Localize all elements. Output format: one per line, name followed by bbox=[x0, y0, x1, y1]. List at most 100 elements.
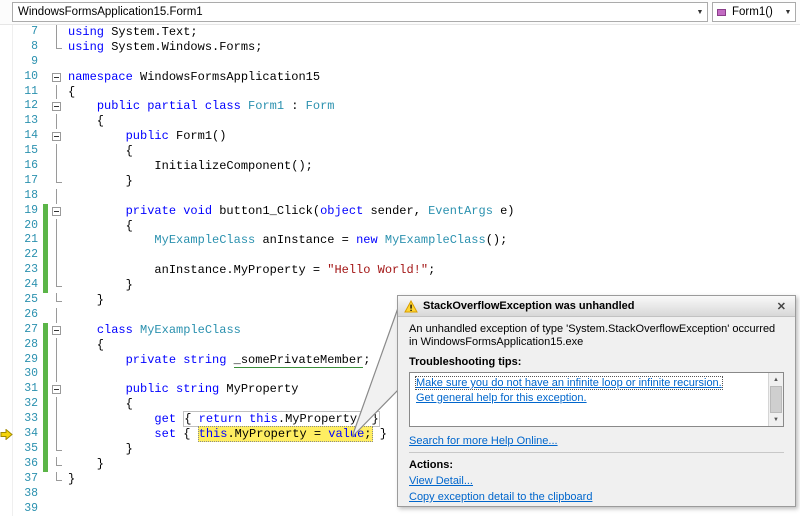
chevron-down-icon[interactable]: ▼ bbox=[781, 9, 795, 16]
code-text[interactable] bbox=[65, 55, 68, 70]
indicator-margin[interactable] bbox=[0, 263, 13, 279]
code-text[interactable]: } bbox=[65, 442, 133, 457]
code-line[interactable]: 9 bbox=[0, 54, 800, 70]
code-text[interactable] bbox=[65, 308, 68, 323]
code-line[interactable]: 23 anInstance.MyProperty = "Hello World!… bbox=[0, 263, 800, 279]
code-text[interactable]: private void button1_Click(object sender… bbox=[65, 204, 515, 219]
indicator-margin[interactable] bbox=[0, 367, 13, 383]
indicator-margin[interactable] bbox=[0, 352, 13, 368]
code-line[interactable]: 12 public partial class Form1 : Form bbox=[0, 99, 800, 115]
indicator-margin[interactable] bbox=[0, 99, 13, 115]
code-text[interactable]: MyExampleClass anInstance = new MyExampl… bbox=[65, 233, 507, 248]
code-text[interactable]: { bbox=[65, 338, 104, 353]
indicator-margin[interactable] bbox=[0, 39, 13, 55]
code-line[interactable]: 15 { bbox=[0, 144, 800, 160]
code-text[interactable]: InitializeComponent(); bbox=[65, 159, 312, 174]
indicator-margin[interactable] bbox=[0, 337, 13, 353]
indicator-margin[interactable] bbox=[0, 486, 13, 502]
code-text[interactable]: { bbox=[65, 397, 133, 412]
code-text[interactable]: } bbox=[65, 293, 104, 308]
fold-toggle[interactable] bbox=[48, 323, 65, 338]
collapse-minus-icon[interactable] bbox=[52, 72, 61, 82]
code-text[interactable]: } bbox=[65, 457, 104, 472]
code-text[interactable]: private string _somePrivateMember; bbox=[65, 352, 370, 368]
indicator-margin[interactable] bbox=[0, 233, 13, 249]
code-line[interactable]: 21 MyExampleClass anInstance = new MyExa… bbox=[0, 233, 800, 249]
code-text[interactable] bbox=[65, 487, 68, 502]
tip-link-infinite-recursion[interactable]: Make sure you do not have an infinite lo… bbox=[415, 376, 723, 390]
collapse-minus-icon[interactable] bbox=[52, 206, 61, 216]
indicator-margin[interactable] bbox=[0, 441, 13, 457]
scrollbar-thumb[interactable] bbox=[770, 386, 782, 413]
code-text[interactable]: public string MyProperty bbox=[65, 382, 299, 397]
code-line[interactable]: 16 InitializeComponent(); bbox=[0, 159, 800, 174]
code-line[interactable]: 24 } bbox=[0, 278, 800, 294]
code-text[interactable]: } bbox=[65, 278, 133, 293]
code-text[interactable]: using System.Windows.Forms; bbox=[65, 40, 262, 55]
scroll-down-icon[interactable]: ▼ bbox=[769, 413, 783, 426]
code-text[interactable]: } bbox=[65, 472, 75, 487]
code-line[interactable]: 19 private void button1_Click(object sen… bbox=[0, 203, 800, 219]
indicator-margin[interactable] bbox=[0, 188, 13, 204]
scrollbar[interactable]: ▲ ▼ bbox=[768, 373, 783, 426]
exception-dialog-titlebar[interactable]: StackOverflowException was unhandled ✕ bbox=[398, 296, 795, 317]
code-line[interactable]: 22 bbox=[0, 248, 800, 264]
code-text[interactable]: class MyExampleClass bbox=[65, 323, 241, 338]
code-line[interactable]: 11 { bbox=[0, 84, 800, 100]
code-line[interactable]: 14 public Form1() bbox=[0, 129, 800, 145]
indicator-margin[interactable] bbox=[0, 173, 13, 189]
fold-toggle[interactable] bbox=[48, 99, 65, 114]
indicator-margin[interactable] bbox=[0, 69, 13, 85]
tip-link-general-help[interactable]: Get general help for this exception. bbox=[416, 392, 587, 404]
code-text[interactable]: { bbox=[65, 85, 75, 100]
code-text[interactable]: { bbox=[65, 219, 133, 234]
indicator-margin[interactable] bbox=[0, 144, 13, 160]
code-text[interactable] bbox=[65, 367, 68, 382]
indicator-margin[interactable] bbox=[0, 54, 13, 70]
copy-exception-link[interactable]: Copy exception detail to the clipboard bbox=[409, 491, 784, 503]
execution-arrow-margin[interactable] bbox=[0, 427, 13, 442]
fold-toggle[interactable] bbox=[48, 70, 65, 85]
close-icon[interactable]: ✕ bbox=[774, 300, 789, 313]
fold-toggle[interactable] bbox=[48, 204, 65, 219]
indicator-margin[interactable] bbox=[0, 397, 13, 413]
code-text[interactable]: public Form1() bbox=[65, 129, 227, 144]
code-text[interactable] bbox=[65, 248, 68, 263]
indicator-margin[interactable] bbox=[0, 322, 13, 338]
code-text[interactable]: anInstance.MyProperty = "Hello World!"; bbox=[65, 263, 435, 278]
code-text[interactable]: { bbox=[65, 114, 104, 129]
indicator-margin[interactable] bbox=[0, 382, 13, 398]
indicator-margin[interactable] bbox=[0, 84, 13, 100]
indicator-margin[interactable] bbox=[0, 248, 13, 264]
code-text[interactable]: namespace WindowsFormsApplication15 bbox=[65, 70, 320, 85]
code-text[interactable] bbox=[65, 502, 68, 517]
code-line[interactable]: 7 using System.Text; bbox=[0, 25, 800, 40]
indicator-margin[interactable] bbox=[0, 278, 13, 294]
indicator-margin[interactable] bbox=[0, 471, 13, 487]
fold-toggle[interactable] bbox=[48, 129, 65, 144]
code-line[interactable]: 17 } bbox=[0, 173, 800, 189]
code-text[interactable]: using System.Text; bbox=[65, 25, 198, 40]
code-line[interactable]: 13 { bbox=[0, 114, 800, 130]
search-help-online-link[interactable]: Search for more Help Online... bbox=[409, 435, 784, 447]
collapse-minus-icon[interactable] bbox=[52, 132, 61, 142]
indicator-margin[interactable] bbox=[0, 159, 13, 174]
code-text[interactable]: { bbox=[65, 144, 133, 159]
scroll-up-icon[interactable]: ▲ bbox=[769, 373, 783, 386]
collapse-minus-icon[interactable] bbox=[52, 102, 61, 112]
fold-toggle[interactable] bbox=[48, 382, 65, 397]
indicator-margin[interactable] bbox=[0, 114, 13, 130]
code-line[interactable]: 18 bbox=[0, 188, 800, 204]
code-line[interactable]: 20 { bbox=[0, 218, 800, 234]
members-dropdown[interactable]: Form1() ▼ bbox=[712, 2, 796, 22]
view-detail-link[interactable]: View Detail... bbox=[409, 475, 784, 487]
types-dropdown[interactable]: WindowsFormsApplication15.Form1 ▼ bbox=[12, 2, 708, 22]
indicator-margin[interactable] bbox=[0, 307, 13, 323]
indicator-margin[interactable] bbox=[0, 456, 13, 472]
chevron-down-icon[interactable]: ▼ bbox=[693, 9, 707, 16]
indicator-margin[interactable] bbox=[0, 218, 13, 234]
indicator-margin[interactable] bbox=[0, 203, 13, 219]
code-line[interactable]: 10 namespace WindowsFormsApplication15 bbox=[0, 69, 800, 85]
indicator-margin[interactable] bbox=[0, 501, 13, 517]
code-text[interactable]: } bbox=[65, 174, 133, 189]
